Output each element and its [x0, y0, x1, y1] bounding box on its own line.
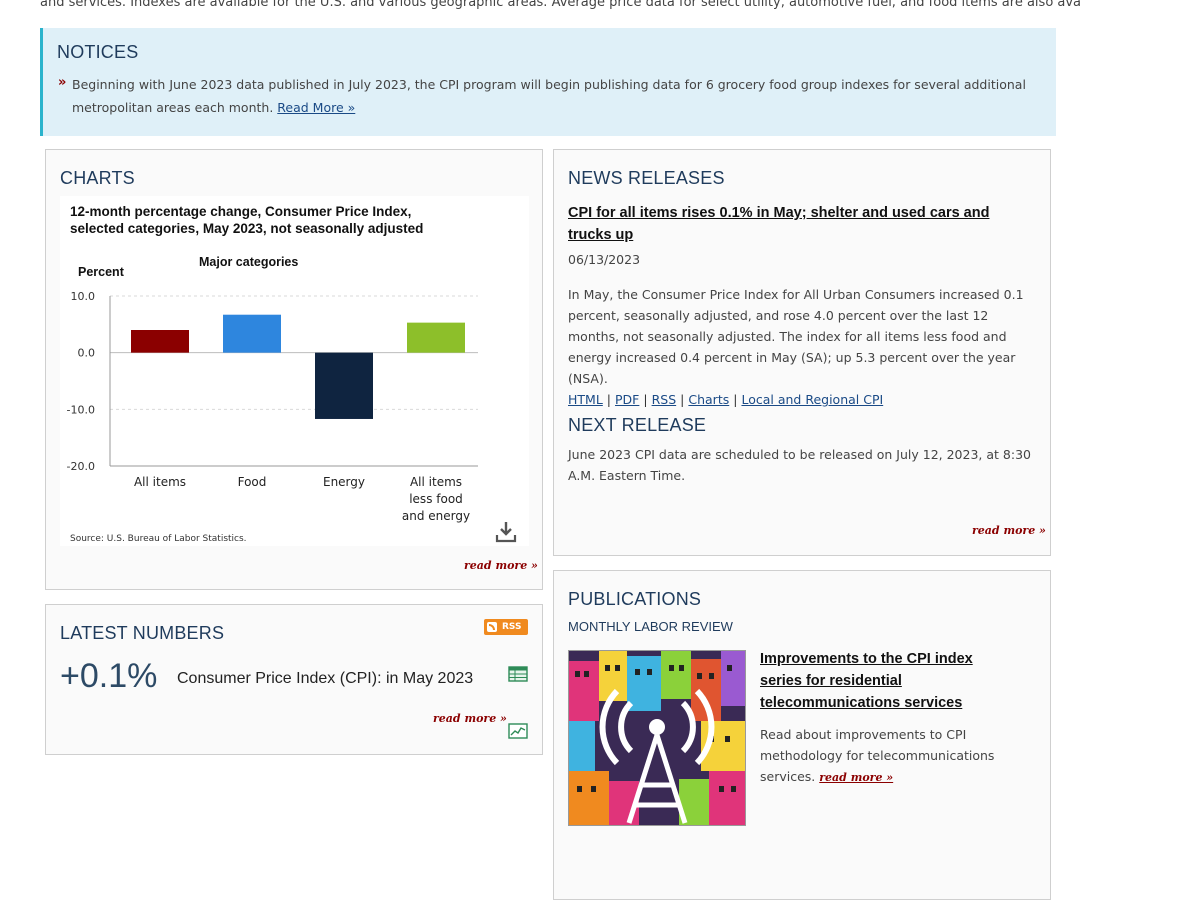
publication-description: Read about improvements to CPI methodolo… — [760, 724, 1010, 788]
double-chevron-icon: » — [58, 75, 67, 90]
news-headline-link[interactable]: CPI for all items rises 0.1% in May; she… — [568, 202, 1028, 246]
rss-feed-button[interactable]: RSS — [484, 619, 528, 635]
telecom-tower-illustration[interactable] — [568, 650, 746, 826]
chart-bar-4 — [407, 322, 465, 353]
next-release-heading: NEXT RELEASE — [568, 415, 707, 435]
news-link-rss[interactable]: RSS — [652, 392, 677, 407]
publication-title-link[interactable]: Improvements to the CPI index series for… — [760, 648, 1000, 714]
charts-read-more-link[interactable]: read more » — [464, 559, 538, 572]
news-body: In May, the Consumer Price Index for All… — [568, 287, 1024, 407]
cpi-bar-chart: Percent Major categories 10.0 0.0 -10.0 -20.0… — [67, 255, 478, 544]
rss-icon — [487, 622, 497, 632]
line-chart-icon[interactable] — [508, 723, 528, 739]
chart-xtick-label: Energy — [323, 475, 365, 489]
chart-source: Source: U.S. Bureau of Labor Statistics. — [70, 534, 247, 544]
chart-ytick-label: -20.0 — [67, 460, 95, 473]
chart-ytick-label: -10.0 — [67, 403, 95, 416]
notices-box: NOTICES » Beginning with June 2023 data … — [40, 28, 1056, 136]
notices-heading: NOTICES — [57, 42, 139, 62]
rss-label: RSS — [502, 622, 522, 632]
news-releases-panel: NEWS RELEASES CPI for all items rises 0.… — [553, 149, 1051, 556]
next-release-text: June 2023 CPI data are scheduled to be r… — [568, 447, 1031, 483]
latest-numbers-panel: LATEST NUMBERS RSS +0.1% Consumer Price … — [45, 604, 543, 755]
news-read-more-link[interactable]: read more » — [972, 524, 1046, 537]
chart-xtick-label: less food — [409, 492, 463, 506]
news-body-text: In May, the Consumer Price Index for All… — [568, 287, 1024, 386]
publication-read-more-link[interactable]: read more » — [819, 771, 893, 784]
download-icon[interactable] — [495, 520, 517, 544]
publications-heading: PUBLICATIONS — [568, 589, 702, 609]
latest-read-more-link[interactable]: read more » — [433, 712, 507, 725]
cpi-latest-value: +0.1% — [60, 657, 158, 695]
chart-bar-3 — [315, 352, 373, 419]
chart-bar-1 — [131, 330, 189, 353]
publications-subheading: MONTHLY LABOR REVIEW — [568, 619, 733, 634]
news-link-html[interactable]: HTML — [568, 392, 603, 407]
notice-read-more-link[interactable]: Read More » — [277, 100, 355, 115]
cpi-period-text: in May 2023 — [385, 670, 474, 687]
charts-heading: CHARTS — [60, 168, 135, 188]
news-date: 06/13/2023 — [568, 252, 641, 267]
chart-ytick-label: 0.0 — [78, 347, 96, 360]
table-icon[interactable] — [508, 666, 528, 682]
news-link-local-regional[interactable]: Local and Regional CPI — [741, 392, 883, 407]
chart-ylabel: Percent — [78, 265, 125, 279]
publications-panel: PUBLICATIONS MONTHLY LABOR REVIEW Improv… — [553, 570, 1051, 900]
chart-xtick-label: and energy — [402, 509, 470, 523]
notice-body: Beginning with June 2023 data published … — [72, 77, 1026, 115]
chart-xtick-label: All items — [134, 475, 186, 489]
cpi-label-text: Consumer Price Index (CPI): — [177, 670, 382, 687]
chart-bar-2 — [223, 314, 281, 353]
news-heading: NEWS RELEASES — [568, 168, 725, 188]
chart-ytick-label: 10.0 — [71, 290, 96, 303]
chart-xtick-label: All items — [410, 475, 462, 489]
news-link-charts[interactable]: Charts — [688, 392, 729, 407]
latest-heading: LATEST NUMBERS — [60, 623, 225, 643]
chart-xtick-label: Food — [238, 475, 267, 489]
chart-container: 12-month percentage change, Consumer Pri… — [60, 196, 529, 546]
notice-text: Beginning with June 2023 data published … — [72, 73, 1042, 119]
charts-panel: CHARTS 12-month percentage change, Consu… — [45, 149, 543, 590]
chart-subtitle: Major categories — [199, 255, 298, 269]
intro-text: and services. Indexes are available for … — [40, 0, 1080, 10]
news-link-pdf[interactable]: PDF — [615, 392, 639, 407]
cpi-latest-label: Consumer Price Index (CPI): in May 2023 — [177, 670, 473, 688]
